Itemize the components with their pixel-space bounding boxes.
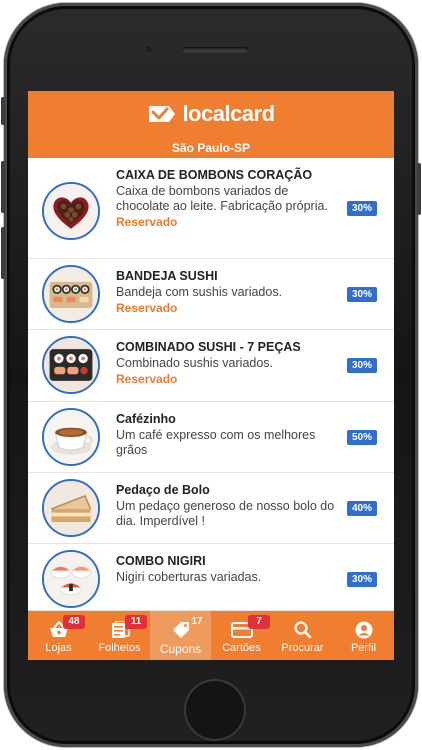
bottom-tab-bar: 48 Lojas 11 Folhetos 17 Cupons 7 Cartões [28, 611, 394, 660]
discount-badge: 30% [347, 358, 377, 373]
app-screen: localcard São Paulo-SP CAIXA DE BOMBONS … [28, 91, 394, 660]
sushi-tray-icon [42, 265, 100, 323]
offer-info: COMBO NIGIRI Nigiri coberturas variadas. [116, 554, 338, 585]
tab-count-badge: 7 [248, 615, 270, 629]
offer-title: COMBINADO SUSHI - 7 PEÇAS [116, 340, 301, 354]
city-label[interactable]: São Paulo-SP [28, 141, 394, 155]
discount-badge: 50% [347, 430, 377, 445]
tab-perfil[interactable]: Perfil [333, 611, 394, 660]
offer-description: Bandeja com sushis variados. [116, 285, 283, 299]
sushi-combo-icon [42, 336, 100, 394]
offer-title: Pedaço de Bolo [116, 483, 210, 497]
offer-title: Cafézinho [116, 412, 176, 426]
list-item[interactable]: COMBINADO SUSHI - 7 PEÇAS Combinado sush… [28, 330, 394, 402]
tab-label: Cupons [159, 642, 202, 656]
coffee-cup-icon [42, 408, 100, 466]
tab-procurar[interactable]: Procurar [272, 611, 333, 660]
coupon-list: CAIXA DE BOMBONS CORAÇÃO Caixa de bombon… [28, 158, 394, 611]
silent-switch [1, 97, 5, 125]
tab-label: Perfil [350, 642, 377, 654]
offer-title: COMBO NIGIRI [116, 554, 206, 568]
offer-description: Combinado sushis variados. [116, 356, 274, 370]
tab-label: Folhetos [98, 642, 141, 654]
tab-label: Lojas [45, 642, 72, 654]
list-item[interactable]: Pedaço de Bolo Um pedaço generoso de nos… [28, 473, 394, 544]
power-button [417, 163, 421, 215]
brand-logo: localcard [28, 101, 394, 127]
tab-folhetos[interactable]: 11 Folhetos [89, 611, 150, 660]
discount-badge: 30% [347, 572, 377, 587]
heart-chocolate-box-icon [42, 182, 100, 240]
tab-count-badge: 48 [63, 615, 85, 629]
offer-title: CAIXA DE BOMBONS CORAÇÃO [116, 168, 313, 182]
profile-icon [353, 621, 375, 639]
localcard-logo-icon [149, 106, 176, 122]
tab-cartoes[interactable]: 7 Cartões [211, 611, 272, 660]
offer-info: BANDEJA SUSHI Bandeja com sushis variado… [116, 269, 338, 316]
offer-description: Caixa de bombons variados de chocolate a… [116, 184, 328, 213]
list-item[interactable]: BANDEJA SUSHI Bandeja com sushis variado… [28, 259, 394, 330]
offer-info: COMBINADO SUSHI - 7 PEÇAS Combinado sush… [116, 340, 338, 387]
tab-label: Procurar [281, 642, 324, 654]
offer-description: Um pedaço generoso de nosso bolo do dia.… [116, 499, 335, 528]
list-item[interactable]: CAIXA DE BOMBONS CORAÇÃO Caixa de bombon… [28, 158, 394, 259]
discount-badge: 40% [347, 501, 377, 516]
tab-count-badge: 17 [191, 616, 203, 627]
offer-info: Pedaço de Bolo Um pedaço generoso de nos… [116, 483, 338, 529]
offer-info: Cafézinho Um café expresso com os melhor… [116, 412, 338, 458]
tab-count-badge: 11 [125, 615, 147, 629]
offer-title: BANDEJA SUSHI [116, 269, 218, 283]
front-camera [143, 44, 154, 55]
volume-down-button [1, 227, 5, 279]
discount-badge: 30% [347, 201, 377, 216]
tab-lojas[interactable]: 48 Lojas [28, 611, 89, 660]
list-item[interactable]: COMBO NIGIRI Nigiri coberturas variadas.… [28, 544, 394, 611]
discount-badge: 30% [347, 287, 377, 302]
brand-name: localcard [182, 101, 275, 126]
volume-up-button [1, 161, 5, 213]
offer-description: Nigiri coberturas variadas. [116, 570, 262, 584]
offer-info: CAIXA DE BOMBONS CORAÇÃO Caixa de bombon… [116, 168, 338, 230]
cake-slice-icon [42, 479, 100, 537]
offer-description: Um café expresso com os melhores grãos [116, 428, 316, 457]
earpiece-speaker [182, 47, 248, 53]
offer-status: Reservado [116, 301, 178, 315]
home-button[interactable] [184, 679, 246, 741]
offer-status: Reservado [116, 215, 178, 229]
list-item[interactable]: Cafézinho Um café expresso com os melhor… [28, 402, 394, 473]
tab-cupons[interactable]: 17 Cupons [150, 611, 211, 660]
app-header: localcard São Paulo-SP [28, 91, 394, 158]
tab-label: Cartões [222, 642, 261, 654]
nigiri-icon [42, 550, 100, 608]
search-icon [292, 621, 314, 639]
offer-status: Reservado [116, 372, 178, 386]
